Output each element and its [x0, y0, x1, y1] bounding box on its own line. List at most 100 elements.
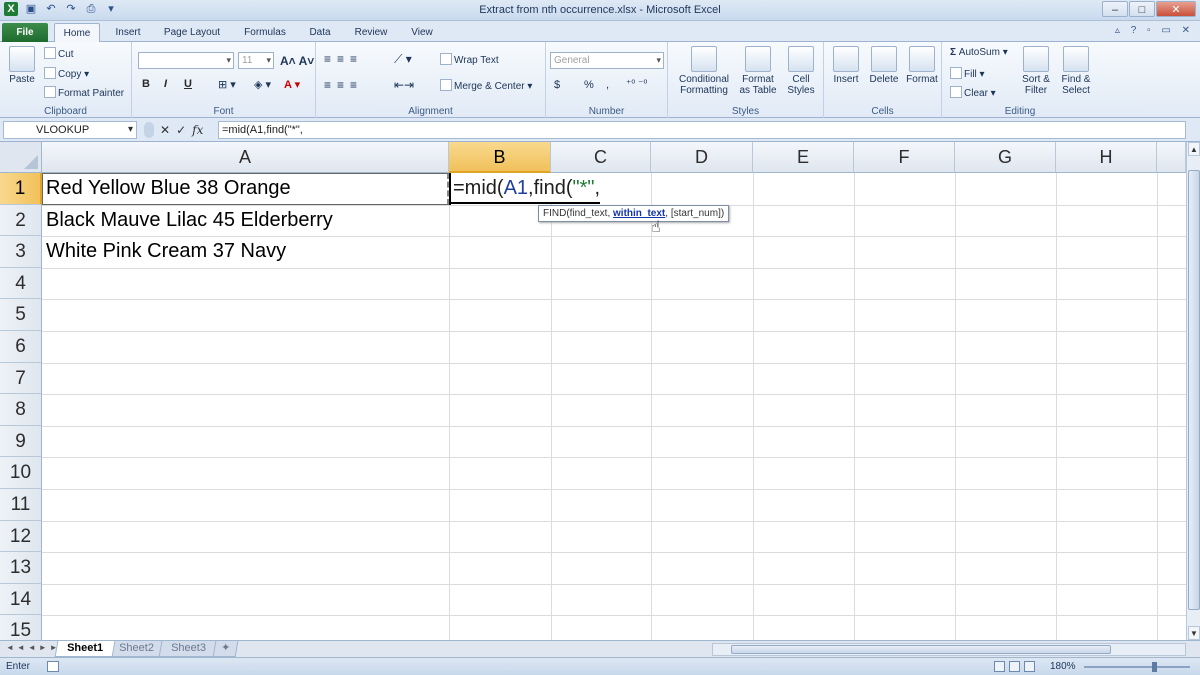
copy-button[interactable]: Copy ▾	[44, 67, 89, 80]
column-header-partial[interactable]	[1157, 142, 1186, 173]
cancel-formula-icon[interactable]: ✕	[160, 123, 170, 137]
row-header-4[interactable]: 4	[0, 267, 42, 300]
format-cells-button[interactable]: Format	[904, 46, 940, 85]
column-header-e[interactable]: E	[753, 142, 854, 173]
cell-a1[interactable]: Red Yellow Blue 38 Orange	[46, 173, 291, 204]
row-header-15[interactable]: 15	[0, 615, 42, 640]
comma-button[interactable]: ,	[606, 79, 609, 91]
tab-data[interactable]: Data	[302, 23, 338, 42]
column-header-c[interactable]: C	[551, 142, 651, 173]
close-button[interactable]: ✕	[1156, 1, 1196, 17]
format-painter-button[interactable]: Format Painter	[44, 86, 124, 99]
percent-button[interactable]: %	[584, 79, 594, 91]
bold-button[interactable]: B	[142, 78, 150, 90]
row-header-3[interactable]: 3	[0, 236, 42, 268]
column-header-b[interactable]: B	[449, 142, 551, 173]
function-tooltip[interactable]: FIND(find_text, within_text, [start_num]…	[538, 205, 730, 222]
normal-view-icon[interactable]	[994, 661, 1005, 672]
row-header-8[interactable]: 8	[0, 394, 42, 426]
fill-color-button[interactable]: ◈ ▾	[254, 78, 271, 91]
sheet-tab-2[interactable]: Sheet2	[106, 641, 167, 657]
cell-a3[interactable]: White Pink Cream 37 Navy	[46, 236, 286, 267]
tab-review[interactable]: Review	[348, 23, 394, 42]
cell-b1-editor[interactable]: =mid(A1,find("*",	[451, 173, 601, 204]
font-size-select[interactable]: 11	[238, 52, 274, 69]
row-header-12[interactable]: 12	[0, 520, 42, 553]
find-select-button[interactable]: Find & Select	[1056, 46, 1096, 96]
page-layout-view-icon[interactable]	[1009, 661, 1020, 672]
orientation-button[interactable]: ⟋ ▾	[394, 52, 412, 67]
underline-button[interactable]: U	[184, 78, 192, 90]
tab-formulas[interactable]: Formulas	[236, 23, 294, 42]
macro-record-icon[interactable]	[47, 661, 59, 672]
enter-formula-icon[interactable]: ✓	[176, 123, 186, 137]
borders-button[interactable]: ⊞ ▾	[218, 78, 236, 91]
cut-button[interactable]: Cut	[44, 47, 74, 60]
minimize-button[interactable]: –	[1102, 1, 1128, 17]
column-header-f[interactable]: F	[854, 142, 955, 173]
cell-a2[interactable]: Black Mauve Lilac 45 Elderberry	[46, 205, 333, 236]
decimal-buttons[interactable]: ⁺⁰ ⁻⁰	[626, 79, 647, 90]
cell-styles-button[interactable]: Cell Styles	[782, 46, 820, 96]
delete-cells-button[interactable]: Delete	[866, 46, 902, 85]
name-box[interactable]: VLOOKUP	[3, 121, 137, 139]
clear-button[interactable]: Clear ▾	[950, 86, 996, 99]
row-header-9[interactable]: 9	[0, 425, 42, 458]
tab-page-layout[interactable]: Page Layout	[158, 23, 226, 42]
zoom-slider[interactable]	[1084, 662, 1190, 672]
column-header-h[interactable]: H	[1056, 142, 1157, 173]
maximize-button[interactable]: □	[1129, 1, 1155, 17]
scroll-down-icon[interactable]: ▼	[1188, 626, 1200, 640]
conditional-formatting-button[interactable]: Conditional Formatting	[672, 46, 736, 96]
column-header-a[interactable]: A	[42, 142, 449, 173]
indent-buttons[interactable]: ⇤⇥	[394, 78, 414, 92]
font-name-select[interactable]	[138, 52, 234, 69]
row-header-10[interactable]: 10	[0, 457, 42, 489]
page-break-view-icon[interactable]	[1024, 661, 1035, 672]
row-header-2[interactable]: 2	[0, 204, 42, 237]
zoom-level[interactable]: 180%	[1050, 658, 1076, 675]
currency-button[interactable]: $	[554, 79, 560, 91]
scroll-thumb[interactable]	[1188, 170, 1200, 610]
horizontal-scroll-thumb[interactable]	[731, 645, 1111, 654]
column-header-d[interactable]: D	[651, 142, 753, 173]
wrap-text-button[interactable]: Wrap Text	[440, 53, 499, 66]
scroll-up-icon[interactable]: ▲	[1188, 142, 1200, 156]
row-header-6[interactable]: 6	[0, 331, 42, 363]
number-format-select[interactable]: General	[550, 52, 664, 69]
formula-input[interactable]: =mid(A1,find("*",	[218, 121, 1186, 139]
horizontal-scrollbar[interactable]	[712, 643, 1186, 656]
row-header-5[interactable]: 5	[0, 299, 42, 331]
merge-center-button[interactable]: Merge & Center ▾	[440, 79, 532, 92]
status-bar: Enter 180%	[0, 657, 1200, 675]
font-color-button[interactable]: A ▾	[284, 78, 300, 91]
column-header-g[interactable]: G	[955, 142, 1056, 173]
help-icons[interactable]: ▵ ? ▫ ▭ ✕	[1115, 25, 1194, 36]
fill-button[interactable]: Fill ▾	[950, 67, 985, 80]
font-size-buttons[interactable]: A˄ A˅	[280, 54, 314, 68]
sheet-tab-3[interactable]: Sheet3	[158, 641, 219, 657]
select-all-button[interactable]	[0, 142, 42, 173]
sort-filter-button[interactable]: Sort & Filter	[1018, 46, 1054, 96]
insert-cells-button[interactable]: Insert	[828, 46, 864, 85]
tab-home[interactable]: Home	[54, 23, 100, 42]
row-header-1[interactable]: 1	[0, 173, 42, 205]
sheet-tab-1[interactable]: Sheet1	[54, 641, 116, 657]
insert-sheet-icon[interactable]: ✦	[212, 641, 239, 657]
tab-file[interactable]: File	[2, 23, 48, 42]
tab-view[interactable]: View	[402, 23, 442, 42]
format-as-table-button[interactable]: Format as Table	[736, 46, 780, 96]
vertical-scrollbar[interactable]: ▲ ▼	[1186, 142, 1200, 640]
paste-button[interactable]: Paste	[6, 46, 38, 85]
italic-button[interactable]: I	[164, 78, 167, 90]
row-header-11[interactable]: 11	[0, 489, 42, 521]
row-header-13[interactable]: 13	[0, 552, 42, 584]
row-header-14[interactable]: 14	[0, 583, 42, 616]
worksheet-grid[interactable]: A B C D E F G H 1 2 3 4 5 6 7 8 9 10 11 …	[0, 142, 1186, 640]
vertical-align-buttons[interactable]: ≡≡≡	[324, 52, 363, 66]
autosum-button[interactable]: Σ AutoSum ▾	[950, 47, 1008, 58]
horizontal-align-buttons[interactable]: ≡≡≡	[324, 78, 363, 92]
tab-insert[interactable]: Insert	[108, 23, 148, 42]
row-header-7[interactable]: 7	[0, 362, 42, 395]
insert-function-icon[interactable]: fx	[192, 123, 203, 137]
